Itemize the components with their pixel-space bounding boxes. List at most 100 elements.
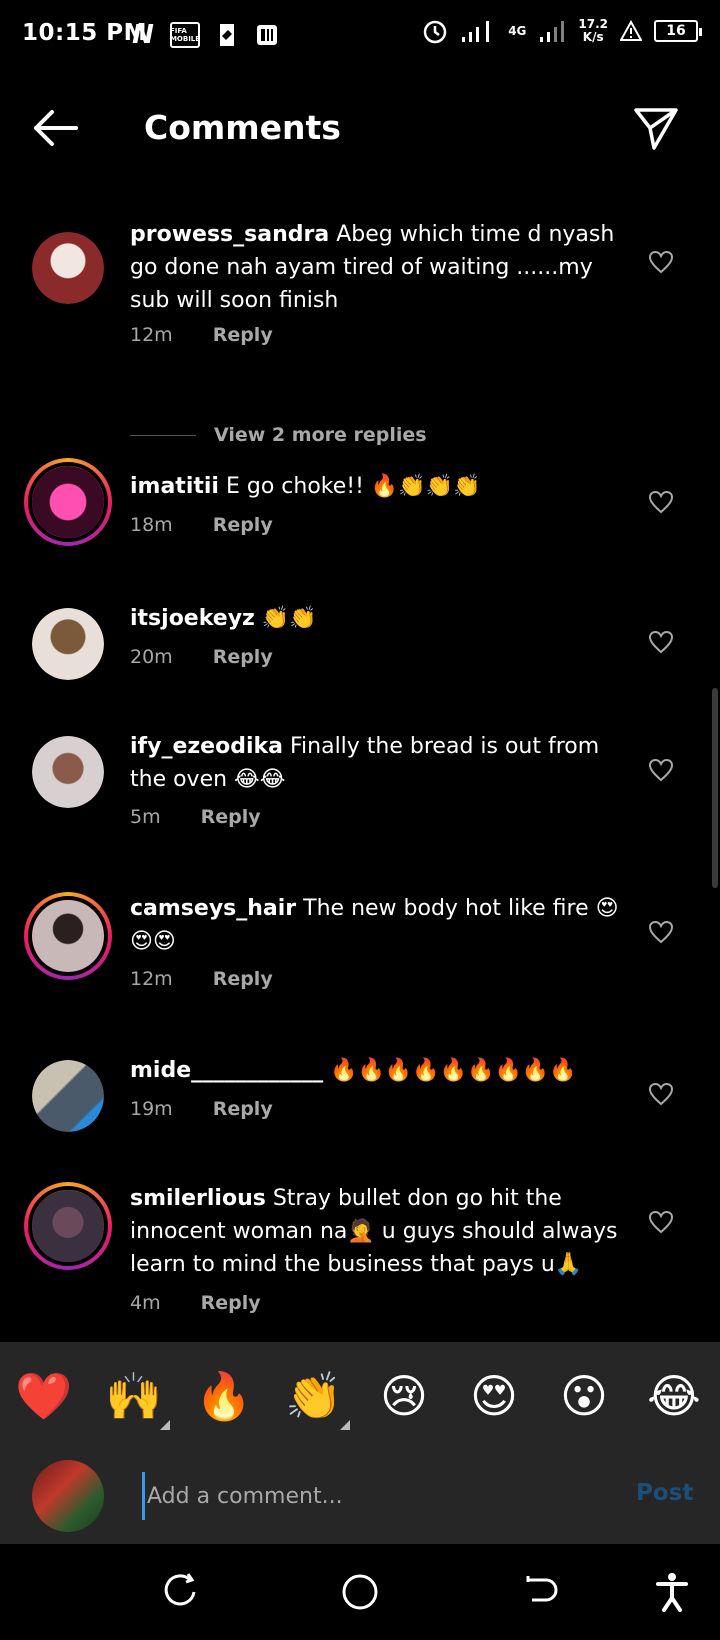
recent-apps-button[interactable] xyxy=(158,1570,202,1614)
comment-username[interactable]: camseys_hair xyxy=(130,896,296,921)
emoji-raising-hands[interactable]: 🙌 xyxy=(104,1366,170,1430)
scrollbar[interactable] xyxy=(712,688,718,888)
heart-icon xyxy=(648,758,674,782)
status-app-icons: N FIFA MOBILE xyxy=(130,20,280,50)
back-nav-icon xyxy=(526,1576,558,1602)
comment-text: itsjoekeyz 👏👏 xyxy=(130,602,626,635)
comment-body: 🔥🔥🔥🔥🔥🔥🔥🔥🔥 xyxy=(323,1058,577,1083)
emoji-clapping-hands[interactable]: 👏 xyxy=(284,1366,350,1430)
emoji-heart-eyes[interactable]: 😍 xyxy=(464,1366,524,1426)
comment-username[interactable]: itsjoekeyz xyxy=(130,606,255,631)
avatar-with-story[interactable] xyxy=(24,892,112,980)
reply-button[interactable]: Reply xyxy=(213,968,273,990)
back-button[interactable] xyxy=(30,108,80,148)
status-bar: 10:15 PM N FIFA MOBILE 4G 17.2 K/s 16 xyxy=(0,0,720,72)
like-button[interactable] xyxy=(648,1210,678,1238)
status-right-icons: 4G 17.2 K/s 16 xyxy=(422,17,702,44)
header: Comments xyxy=(0,88,720,168)
comment-time: 12m xyxy=(130,324,173,346)
emoji-fire[interactable]: 🔥 xyxy=(194,1366,254,1426)
comment-username[interactable]: ify_ezeodika xyxy=(130,734,283,759)
fifa-mobile-icon: FIFA MOBILE xyxy=(170,22,200,48)
share-button[interactable] xyxy=(632,104,680,152)
emoji-surprised-face[interactable]: 😮 xyxy=(554,1366,614,1426)
comment-time: 5m xyxy=(130,806,161,828)
comment-item: prowess_sandra Abeg which time d nyash g… xyxy=(0,218,720,446)
comment-item: itsjoekeyz 👏👏 20m Reply xyxy=(0,602,720,692)
comment-meta: 5m Reply xyxy=(130,806,261,828)
comment-meta: 4m Reply xyxy=(130,1292,261,1314)
avatar-with-story[interactable] xyxy=(24,1182,112,1270)
comment-meta: 12m Reply xyxy=(130,968,273,990)
like-button[interactable] xyxy=(648,758,678,786)
avatar[interactable] xyxy=(32,1060,104,1132)
accessibility-icon xyxy=(656,1573,688,1612)
comment-username[interactable]: prowess_sandra xyxy=(130,222,329,247)
heart-icon xyxy=(648,920,674,944)
like-button[interactable] xyxy=(648,490,678,518)
like-button[interactable] xyxy=(648,920,678,948)
current-user-avatar xyxy=(32,1460,104,1532)
comment-text: imatitii E go choke!! 🔥👏👏👏 xyxy=(130,470,626,503)
post-button[interactable]: Post xyxy=(636,1480,693,1506)
reply-button[interactable]: Reply xyxy=(213,646,273,668)
comment-text: mide____________ 🔥🔥🔥🔥🔥🔥🔥🔥🔥 xyxy=(130,1054,626,1087)
like-button[interactable] xyxy=(648,250,678,278)
heart-icon xyxy=(648,250,674,274)
home-circle-icon xyxy=(342,1574,378,1610)
comment-meta: 20m Reply xyxy=(130,646,273,668)
emoji-heart[interactable]: ❤️ xyxy=(14,1366,74,1426)
avatar[interactable] xyxy=(32,608,104,680)
comments-list[interactable]: prowess_sandra Abeg which time d nyash g… xyxy=(0,200,720,1340)
reply-button[interactable]: Reply xyxy=(201,1292,261,1314)
comment-text: camseys_hair The new body hot like fire … xyxy=(130,892,626,958)
reply-button[interactable]: Reply xyxy=(213,1098,273,1120)
recent-apps-icon xyxy=(164,1573,196,1606)
comment-username[interactable]: smilerlious xyxy=(130,1186,266,1211)
comment-item: smilerlious Stray bullet don go hit the … xyxy=(0,1182,720,1332)
heart-icon xyxy=(648,1210,674,1234)
status-time: 10:15 PM xyxy=(22,20,147,46)
reply-button[interactable]: Reply xyxy=(213,514,273,536)
avatar[interactable] xyxy=(32,232,104,304)
emoji-tears-of-joy[interactable]: 😂 xyxy=(644,1366,704,1426)
like-button[interactable] xyxy=(648,1082,678,1110)
page-title: Comments xyxy=(144,108,341,147)
comment-meta: 12m Reply xyxy=(130,324,273,346)
battery-indicator: 16 xyxy=(654,20,702,42)
comment-username[interactable]: mide____________ xyxy=(130,1058,323,1083)
comment-text: ify_ezeodika Finally the bread is out fr… xyxy=(130,730,626,796)
network-speed: 17.2 K/s xyxy=(578,17,608,44)
comment-time: 4m xyxy=(130,1292,161,1314)
reply-button[interactable]: Reply xyxy=(213,324,273,346)
avatar[interactable] xyxy=(32,736,104,808)
arrow-left-icon xyxy=(34,110,78,146)
accessibility-button[interactable] xyxy=(652,1570,696,1614)
avatar-with-story[interactable] xyxy=(24,458,112,546)
quick-emoji-bar: ❤️ 🙌 🔥 👏 😢 😍 😮 😂 xyxy=(0,1366,720,1436)
comment-username[interactable]: imatitii xyxy=(130,474,219,499)
comment-composer-panel: ❤️ 🙌 🔥 👏 😢 😍 😮 😂 Post xyxy=(0,1342,720,1544)
signal-icon-2 xyxy=(540,21,565,42)
app-icon xyxy=(214,22,240,48)
comment-text: smilerlious Stray bullet don go hit the … xyxy=(130,1182,626,1281)
comment-item: mide____________ 🔥🔥🔥🔥🔥🔥🔥🔥🔥 19m Reply xyxy=(0,1054,720,1144)
comment-time: 18m xyxy=(130,514,173,536)
comment-input[interactable] xyxy=(142,1472,602,1520)
signal-icon xyxy=(462,21,490,42)
home-button[interactable] xyxy=(338,1570,382,1614)
system-nav-bar xyxy=(0,1544,720,1640)
comment-meta: 19m Reply xyxy=(130,1098,273,1120)
view-more-replies[interactable]: View 2 more replies xyxy=(130,424,427,446)
comment-text: prowess_sandra Abeg which time d nyash g… xyxy=(130,218,626,317)
back-nav-button[interactable] xyxy=(518,1570,562,1614)
netflix-icon: N xyxy=(132,20,154,50)
reply-button[interactable]: Reply xyxy=(201,806,261,828)
comment-meta: 18m Reply xyxy=(130,514,273,536)
warning-icon xyxy=(620,20,642,41)
emoji-crying-face[interactable]: 😢 xyxy=(374,1366,434,1426)
comment-body: 👏👏 xyxy=(254,606,317,631)
like-button[interactable] xyxy=(648,630,678,658)
alarm-icon xyxy=(423,20,447,44)
comment-item: camseys_hair The new body hot like fire … xyxy=(0,892,720,1012)
